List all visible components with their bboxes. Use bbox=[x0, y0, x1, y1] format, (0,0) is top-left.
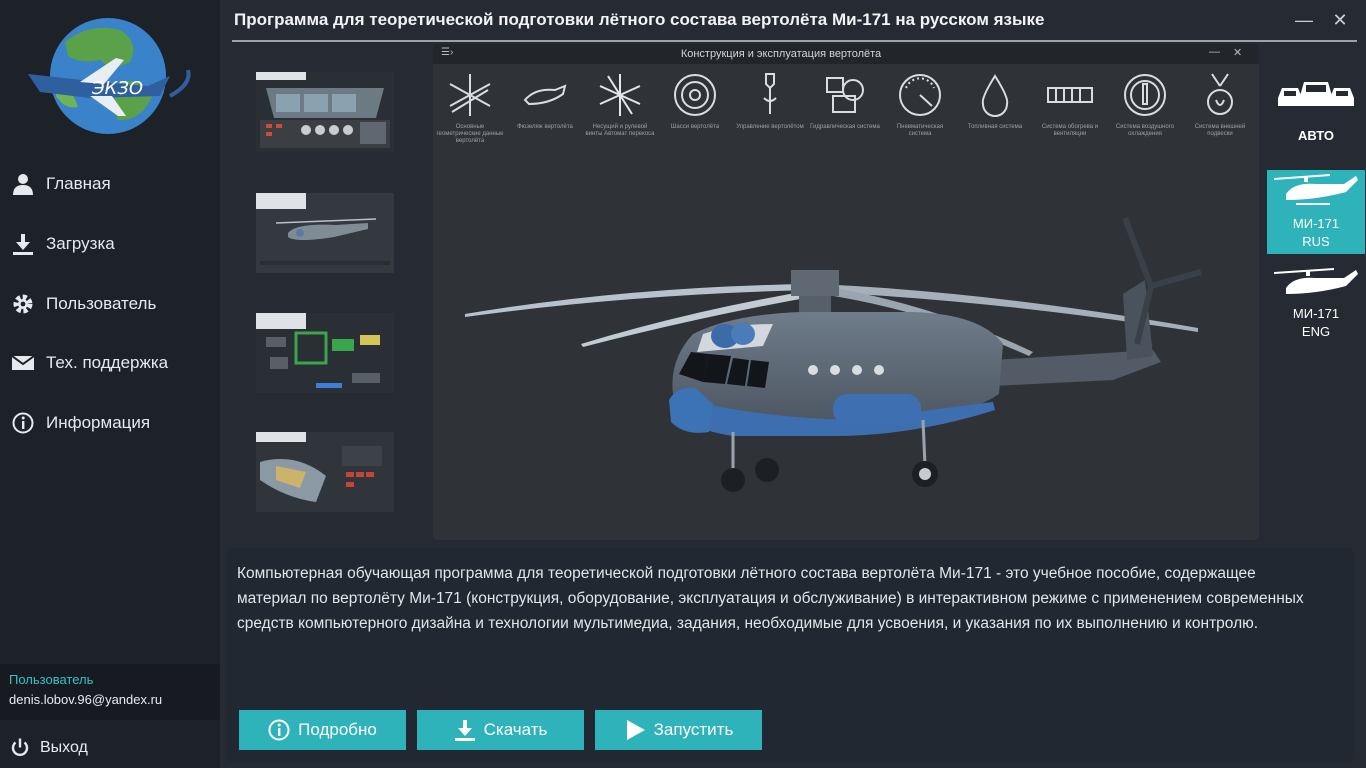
sidebar-item-support[interactable]: Тех. поддержка bbox=[0, 341, 220, 385]
category-sublabel: RUS bbox=[1302, 234, 1330, 249]
system-fuel[interactable]: Топливная система bbox=[960, 70, 1030, 131]
user-icon bbox=[0, 173, 46, 195]
download-button[interactable]: Скачать bbox=[417, 710, 584, 750]
logout-button[interactable]: Выход bbox=[0, 728, 220, 768]
hook-icon bbox=[1207, 73, 1233, 115]
sidebar-item-user[interactable]: Пользователь bbox=[0, 282, 220, 326]
category-mi171-rus[interactable]: МИ-171 RUS bbox=[1267, 170, 1365, 254]
close-button[interactable]: ✕ bbox=[1326, 8, 1354, 32]
screenshot-image bbox=[256, 193, 394, 273]
system-air-cooling[interactable]: Система воздушного охлаждения bbox=[1110, 70, 1180, 138]
category-auto[interactable]: АВТО bbox=[1267, 72, 1365, 156]
sidebar-item-label: Пользователь bbox=[46, 294, 157, 313]
sidebar-item-home[interactable]: Главная bbox=[0, 162, 220, 206]
preview-title: Конструкция и эксплуатация вертолёта bbox=[680, 48, 882, 60]
download-label: Скачать bbox=[483, 720, 548, 739]
system-caption: Система воздушного охлаждения bbox=[1115, 124, 1175, 137]
details-label: Подробно bbox=[298, 720, 377, 739]
user-email: denis.lobov.96@yandex.ru bbox=[9, 692, 163, 707]
fuel-drop-icon bbox=[981, 74, 1009, 117]
cars-icon bbox=[1278, 82, 1354, 106]
sidebar: ЭКЗО Главная Загрузка Пользователь Тех. … bbox=[0, 0, 220, 768]
system-caption: Несущий и рулевой винты Автомат перекоса bbox=[585, 124, 655, 137]
fan-icon bbox=[1124, 74, 1166, 116]
category-sublabel: ENG bbox=[1301, 324, 1331, 339]
gauge-icon bbox=[899, 74, 941, 116]
system-caption: Пневматическая система bbox=[896, 124, 944, 137]
play-icon bbox=[626, 720, 645, 740]
logo-text: ЭКЗО bbox=[91, 78, 143, 99]
info-icon bbox=[0, 412, 46, 434]
details-button[interactable]: Подробно bbox=[239, 710, 406, 750]
system-fuselage[interactable]: Фюзеляж вертолёта bbox=[510, 70, 580, 131]
power-icon bbox=[0, 738, 40, 758]
system-hydraulic[interactable]: Гидравлическая система bbox=[810, 70, 880, 131]
fuselage-icon bbox=[523, 84, 567, 106]
preview-window: ☰› Конструкция и эксплуатация вертолёта … bbox=[433, 44, 1259, 540]
user-info: Пользователь denis.lobov.96@yandex.ru bbox=[0, 664, 220, 720]
system-heating[interactable]: Система обогрева и вентиляции bbox=[1035, 70, 1105, 138]
system-gear[interactable]: Шасси вертолёта bbox=[660, 70, 730, 131]
preview-close-button[interactable]: ✕ bbox=[1233, 46, 1242, 59]
thumbnail-cockpit[interactable] bbox=[256, 72, 394, 152]
title-divider bbox=[232, 40, 1357, 42]
description-text: Компьютерная обучающая программа для тео… bbox=[237, 565, 1304, 632]
mail-icon bbox=[0, 354, 46, 372]
rotor-icon bbox=[599, 74, 641, 116]
screenshot-image bbox=[256, 432, 394, 512]
minimize-button[interactable]: — bbox=[1290, 8, 1318, 32]
system-caption: Система внешней подвески bbox=[1194, 124, 1246, 137]
logout-label: Выход bbox=[40, 739, 88, 756]
system-caption: Шасси вертолёта bbox=[670, 124, 720, 130]
system-caption: Основные геометрические данные вертолёта bbox=[436, 124, 504, 144]
download-icon bbox=[0, 233, 46, 255]
system-rotor[interactable]: Несущий и рулевой винты Автомат перекоса bbox=[585, 70, 655, 138]
window-title: Программа для теоретической подготовки л… bbox=[234, 10, 1045, 29]
info-icon bbox=[268, 719, 290, 741]
wheel-icon bbox=[674, 74, 716, 116]
globe-logo-icon: ЭКЗО bbox=[28, 18, 191, 134]
hydraulic-icon bbox=[826, 77, 864, 113]
sidebar-item-label: Тех. поддержка bbox=[46, 353, 169, 372]
category-mi171-eng[interactable]: МИ-171 ENG bbox=[1267, 260, 1365, 344]
sidebar-item-download[interactable]: Загрузка bbox=[0, 222, 220, 266]
logo: ЭКЗО bbox=[20, 12, 198, 140]
system-pneumatic[interactable]: Пневматическая система bbox=[885, 70, 955, 138]
preview-minimize-button[interactable]: — bbox=[1209, 46, 1220, 58]
launch-button[interactable]: Запустить bbox=[595, 710, 762, 750]
sidebar-item-info[interactable]: Информация bbox=[0, 401, 220, 445]
control-stick-icon bbox=[763, 73, 777, 114]
helicopter-image bbox=[465, 216, 1202, 492]
system-caption: Управление вертолётом bbox=[736, 124, 804, 130]
helicopter-icon bbox=[1274, 174, 1358, 205]
thumbnail-scheme[interactable] bbox=[256, 313, 394, 393]
launch-label: Запустить bbox=[653, 720, 734, 739]
user-caption: Пользователь bbox=[9, 672, 94, 687]
system-geometry[interactable]: Основные геометрические данные вертолёта bbox=[435, 70, 505, 145]
download-icon bbox=[454, 720, 475, 741]
system-control[interactable]: Управление вертолётом bbox=[735, 70, 805, 131]
thumbnail-helicopter[interactable] bbox=[256, 193, 394, 273]
sidebar-item-label: Главная bbox=[46, 174, 111, 193]
screenshot-image bbox=[256, 313, 394, 393]
heater-icon bbox=[1047, 87, 1093, 103]
system-sling[interactable]: Система внешней подвески bbox=[1185, 70, 1255, 138]
system-caption: Топливная система bbox=[967, 124, 1023, 130]
system-caption: Фюзеляж вертолёта bbox=[517, 124, 573, 130]
system-caption: Гидравлическая система bbox=[810, 124, 880, 130]
geometry-icon bbox=[449, 74, 491, 116]
category-label: МИ-171 bbox=[1292, 306, 1340, 321]
gear-icon bbox=[0, 293, 46, 315]
sidebar-item-label: Информация bbox=[46, 413, 151, 432]
screenshot-image bbox=[256, 72, 394, 152]
category-label: АВТО bbox=[1297, 128, 1334, 143]
helicopter-icon bbox=[1274, 268, 1358, 294]
sidebar-item-label: Загрузка bbox=[46, 234, 115, 253]
category-label: МИ-171 bbox=[1292, 216, 1340, 231]
system-caption: Система обогрева и вентиляции bbox=[1041, 124, 1099, 137]
thumbnail-cutaway[interactable] bbox=[256, 432, 394, 512]
